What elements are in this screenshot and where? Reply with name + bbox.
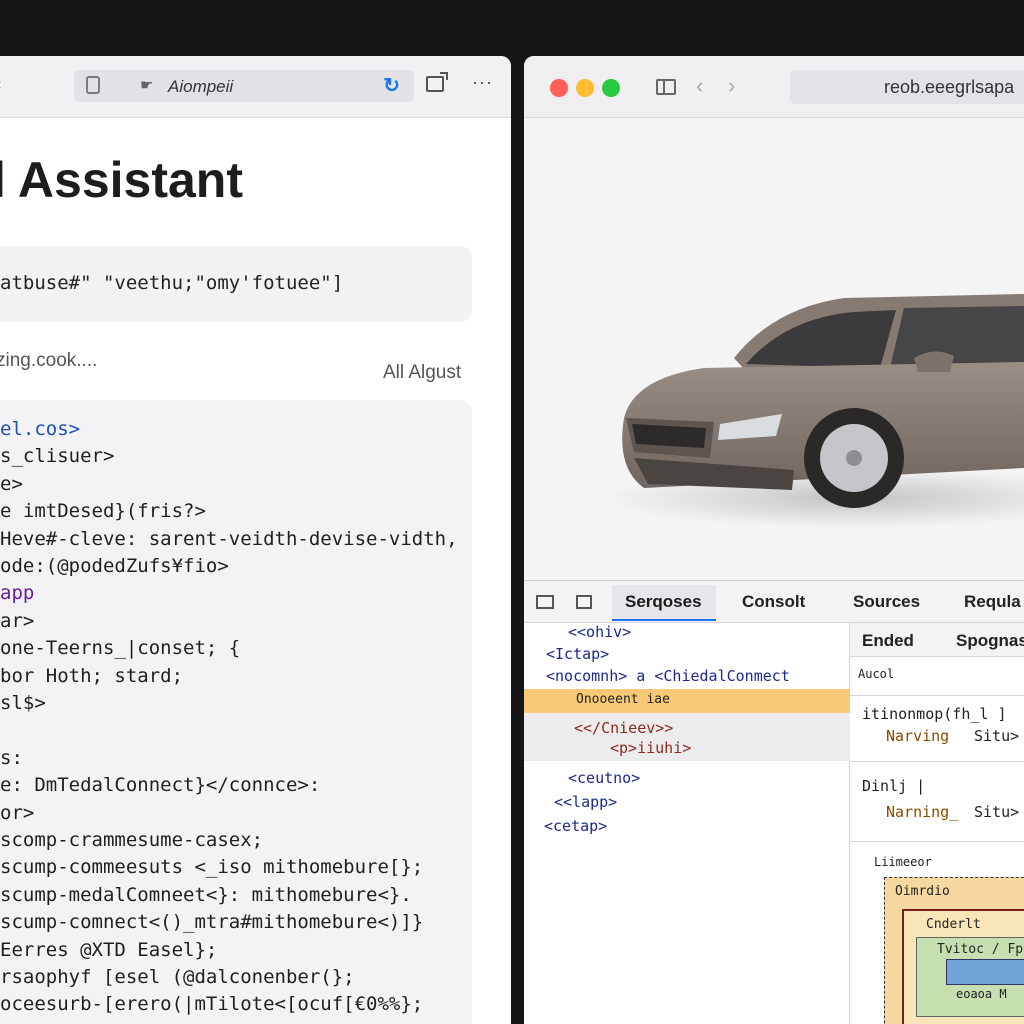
- address-text: reob.eeegrlsapa: [884, 77, 1015, 97]
- code-line: scump-medalComneet<}: mithomebure<}.: [0, 883, 412, 906]
- address-bar-right[interactable]: reob.eeegrlsapa: [790, 70, 1024, 104]
- code-line: s:: [0, 746, 23, 769]
- divider: [850, 695, 1024, 696]
- tab-elements[interactable]: Serqoses: [625, 592, 702, 612]
- code-line: Eerres @XTD Easel};: [0, 938, 218, 961]
- style-rule-selector[interactable]: Dinlj |: [862, 777, 925, 795]
- code-line: or>: [0, 801, 35, 824]
- page-title: l Assistant: [0, 152, 244, 208]
- styles-tab[interactable]: Ended: [862, 631, 914, 651]
- hand-icon: ☛: [140, 77, 154, 94]
- padding-label: Tvitoc / Fp: [937, 942, 1024, 957]
- code-line: sl$>: [0, 692, 46, 714]
- box-model-content[interactable]: [946, 959, 1024, 985]
- code-line: ode:(@podedZufs¥fio>: [0, 555, 229, 577]
- dom-node[interactable]: <<ohiv>: [568, 623, 631, 641]
- code-line: rsaophyf [esel (@dalconenber(};: [0, 966, 355, 988]
- tab-sources[interactable]: Sources: [853, 592, 920, 612]
- dom-node[interactable]: <Ictap>: [546, 645, 609, 663]
- prompt-text: atbuse#" "veethu;"omy'fotuee"]: [0, 272, 344, 294]
- margin-label: Oimrdio: [895, 884, 950, 899]
- code-line: e>: [0, 472, 23, 495]
- right-browser-window: ‹ › reob.eeegrlsapa Serqoses Consolt Sou…: [524, 56, 1024, 1024]
- box-model-label: Liimeeor: [874, 855, 932, 869]
- dom-node[interactable]: <ceutno>: [568, 769, 640, 787]
- style-value[interactable]: Situ>: [974, 803, 1019, 821]
- dom-node[interactable]: <cetap>: [544, 817, 607, 835]
- devtools-tabbar: Serqoses Consolt Sources Requla: [524, 581, 1024, 623]
- content-label: eoaoa M: [956, 987, 1007, 1001]
- sidebar-icon[interactable]: [656, 79, 676, 95]
- right-toolbar: ‹ › reob.eeegrlsapa: [524, 56, 1024, 118]
- code-line: ar>: [0, 609, 35, 632]
- left-toolbar: ‹ ☛ Aiompeii ↻ ···: [0, 56, 511, 118]
- reload-icon[interactable]: ↻: [383, 73, 400, 98]
- inspect-icon[interactable]: [536, 595, 554, 609]
- minimize-window-button[interactable]: [576, 79, 594, 97]
- code-line: e imtDesed}(fris?>: [0, 500, 206, 523]
- back-icon[interactable]: ‹: [0, 76, 1, 94]
- tab-console[interactable]: Consolt: [742, 592, 805, 612]
- address-text: Aiompeii: [168, 77, 234, 96]
- code-line: bor Hoth; stard;: [0, 664, 184, 687]
- dom-tree: <<ohiv> <Ictap> <nocomnh> a <ChiedalConm…: [524, 623, 850, 1024]
- code-line: Heve#-cleve: sarent-veidth-devise-vidth,: [0, 527, 458, 550]
- forward-arrow-icon[interactable]: ›: [728, 73, 735, 99]
- code-block: el.cos> s_clisuer> e> e imtDesed}(fris?> He…: [0, 400, 472, 1024]
- prompt-box[interactable]: atbuse#" "veethu;"omy'fotuee"]: [0, 246, 472, 322]
- devtools-panel: Serqoses Consolt Sources Requla <<ohiv> …: [524, 580, 1024, 1024]
- device-toggle-icon[interactable]: [576, 595, 592, 609]
- address-bar-left[interactable]: ☛ Aiompeii ↻: [74, 70, 414, 102]
- border-label: Cnderlt: [926, 917, 981, 932]
- close-window-button[interactable]: [550, 79, 568, 97]
- style-property[interactable]: Narving: [886, 727, 949, 745]
- code-line: oceesurb-[erero(|mTilote<[ocuf[€0%%};: [0, 993, 424, 1016]
- code-line: el.cos>: [0, 418, 81, 440]
- styles-header: Ended Spognas: [850, 623, 1024, 657]
- code-line: scump-commeesuts <_iso mithomebure[};: [0, 856, 424, 879]
- style-property[interactable]: Narning_: [886, 803, 958, 821]
- back-arrow-icon[interactable]: ‹: [696, 73, 703, 99]
- code-line: app: [0, 582, 35, 605]
- shield-icon: [86, 76, 100, 94]
- dom-node[interactable]: <</Cnieev>>: [574, 719, 673, 737]
- dom-node[interactable]: <<lapp>: [554, 793, 617, 811]
- code-line: scomp-crammesume-casex;: [0, 829, 264, 851]
- code-line: one-Teerns_|conset; {: [0, 637, 241, 660]
- dom-node[interactable]: Onooeent iae: [576, 692, 670, 707]
- tab-network[interactable]: Requla: [964, 592, 1021, 612]
- styles-filter[interactable]: Aucol: [858, 667, 894, 681]
- more-icon[interactable]: ···: [472, 72, 493, 93]
- code-line: scump-comnect<()_mtra#mithomebure<)]}: [0, 911, 424, 934]
- divider: [850, 841, 1024, 842]
- divider: [850, 761, 1024, 762]
- computed-tab[interactable]: Spognas: [956, 631, 1024, 651]
- styles-pane: Ended Spognas Aucol itinonmop(fh_l ] Nar…: [850, 623, 1024, 1024]
- style-rule-selector[interactable]: itinonmop(fh_l ]: [862, 705, 1007, 723]
- code-line: e: DmTedalConnect}</connce>:: [0, 774, 321, 797]
- dom-node[interactable]: <nocomnh> a <ChiedalConmect: [546, 667, 790, 685]
- page-viewport: [524, 118, 1024, 580]
- maximize-window-button[interactable]: [602, 79, 620, 97]
- new-tab-icon[interactable]: [426, 72, 448, 92]
- dom-node[interactable]: <p>iiuhi>: [610, 739, 691, 757]
- left-browser-window: ‹ ☛ Aiompeii ↻ ··· l Assistant atbuse#" …: [0, 56, 511, 1024]
- style-value[interactable]: Situ>: [974, 727, 1019, 745]
- status-text: zing.cook....: [0, 350, 98, 371]
- code-line: s_clisuer>: [0, 445, 115, 468]
- model-label: All Algust: [383, 362, 462, 383]
- car-image: [604, 294, 1024, 528]
- selected-node-highlight[interactable]: [524, 689, 850, 713]
